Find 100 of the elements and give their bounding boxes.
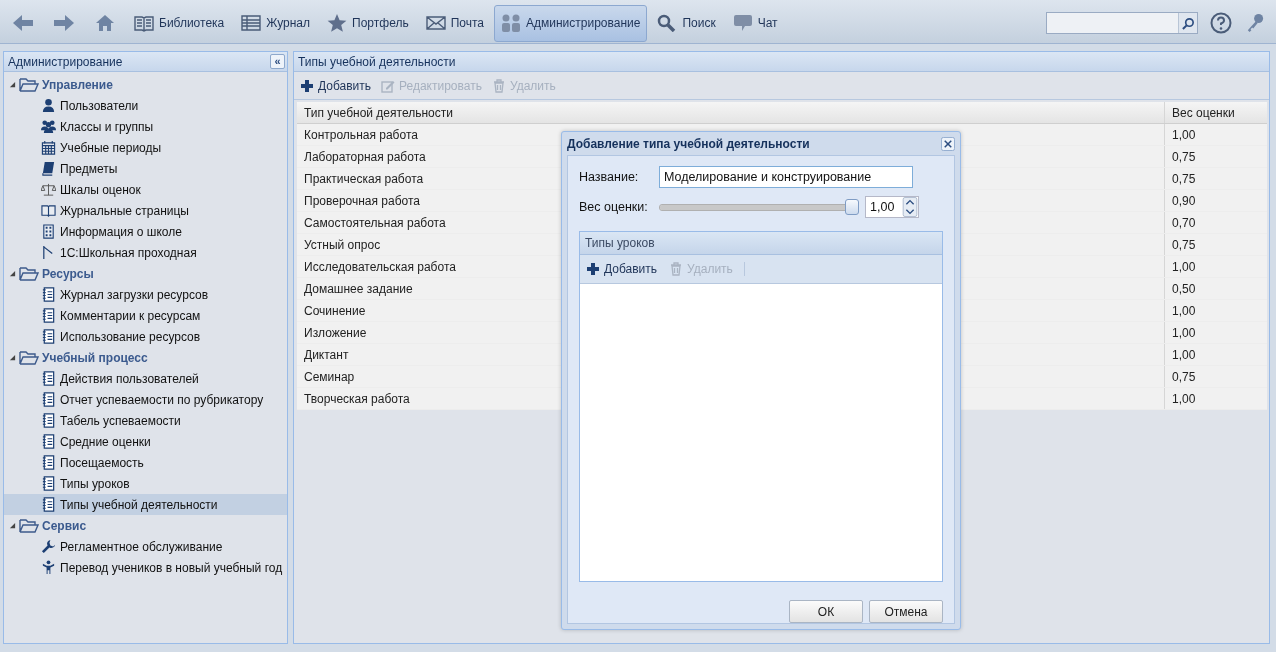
pencil-icon: [381, 78, 396, 93]
expanded-triangle-icon[interactable]: [9, 270, 16, 277]
weight-spinner-field[interactable]: 1,00: [865, 196, 919, 218]
tree-item[interactable]: Отчет успеваемости по рубрикатору: [4, 389, 287, 410]
expanded-triangle-icon[interactable]: [9, 522, 16, 529]
wrench-icon: [41, 539, 56, 554]
panel-title: Типы учебной деятельности: [298, 54, 456, 69]
column-header[interactable]: Тип учебной деятельности: [297, 102, 1165, 123]
search-icon: [657, 14, 678, 32]
slider-thumb[interactable]: [845, 199, 859, 215]
nav-button[interactable]: Администрирование: [494, 4, 648, 42]
table-cell-text: 0,75: [1171, 236, 1197, 254]
help-icon[interactable]: [1210, 12, 1232, 34]
tree-item[interactable]: Использование ресурсов: [4, 326, 287, 347]
tree-item[interactable]: Предметы: [4, 158, 287, 179]
nav-button[interactable]: Портфель: [320, 4, 416, 42]
table-cell-text: 1,00: [1171, 324, 1197, 342]
notebook-icon: [41, 455, 56, 470]
panel-title: Типы уроков: [585, 236, 655, 250]
weight-slider[interactable]: [659, 199, 859, 215]
folder-icon: [19, 349, 39, 366]
table-cell-text: 0,50: [1171, 280, 1197, 298]
openbook-icon: [41, 203, 56, 218]
table-cell-text: 1,00: [1171, 390, 1197, 408]
tree-group-label[interactable]: Управление: [42, 77, 113, 92]
spinner-arrows-icon[interactable]: [902, 197, 918, 217]
plus-icon: [586, 262, 600, 276]
close-icon[interactable]: [941, 136, 955, 151]
tree-item[interactable]: Комментарии к ресурсам: [4, 305, 287, 326]
tree-item[interactable]: Действия пользователей: [4, 368, 287, 389]
notebook-icon: [41, 371, 56, 386]
folder-icon: [19, 265, 39, 282]
tree-group-label[interactable]: Сервис: [42, 518, 87, 533]
nav-button[interactable]: Почта: [418, 4, 491, 42]
expanded-triangle-icon[interactable]: [9, 81, 16, 88]
tree-item[interactable]: Типы учебной деятельности: [4, 494, 287, 515]
dialog-button[interactable]: Отмена: [869, 600, 943, 623]
tree-item[interactable]: Информация о школе: [4, 221, 287, 242]
table-cell-text: 1,00: [1171, 126, 1197, 144]
table-icon: [241, 14, 262, 32]
users-icon: [41, 119, 56, 134]
toolbar-button[interactable]: Добавить: [299, 78, 373, 93]
back-arrow-icon: [11, 14, 35, 32]
dialog-button[interactable]: ОК: [789, 600, 863, 623]
search-button[interactable]: [1178, 13, 1197, 33]
tree-item[interactable]: Учебные периоды: [4, 137, 287, 158]
tree-item[interactable]: Типы уроков: [4, 473, 287, 494]
notebook-icon: [41, 287, 56, 302]
key-icon[interactable]: [1246, 12, 1264, 34]
nav-button[interactable]: Библиотека: [127, 4, 232, 42]
table-cell-text: 0,90: [1171, 192, 1197, 210]
trash-icon: [491, 78, 506, 93]
tree-item[interactable]: Классы и группы: [4, 116, 287, 137]
tree-item[interactable]: Средние оценки: [4, 431, 287, 452]
envelope-icon: [425, 14, 446, 32]
tree-item[interactable]: Журнальные страницы: [4, 200, 287, 221]
field-label: Вес оценки:: [579, 200, 649, 214]
expanded-triangle-icon[interactable]: [9, 354, 16, 361]
star-icon: [327, 14, 348, 32]
search-field[interactable]: [1046, 12, 1198, 34]
toolbar-button[interactable]: Добавить: [585, 262, 659, 276]
search-icon: [1181, 16, 1195, 30]
notebook-icon: [41, 434, 56, 449]
nav-button[interactable]: Поиск: [650, 4, 723, 42]
folder-icon: [19, 517, 39, 534]
table-cell-text: 0,75: [1171, 170, 1197, 188]
tree-item[interactable]: Регламентное обслуживание: [4, 536, 287, 557]
table-cell-text: 0,70: [1171, 214, 1197, 232]
notebook-icon: [41, 497, 56, 512]
nav-button[interactable]: Журнал: [234, 4, 318, 42]
column-header[interactable]: Вес оценки: [1165, 102, 1267, 123]
table-cell-text: 1,00: [1171, 258, 1197, 276]
nav-button[interactable]: Чат: [725, 4, 785, 42]
tree-item[interactable]: Шкалы оценок: [4, 179, 287, 200]
user-icon: [41, 98, 56, 113]
tree-group-label[interactable]: Ресурсы: [42, 266, 94, 281]
tree-item[interactable]: Журнал загрузки ресурсов: [4, 284, 287, 305]
notebook-icon: [41, 413, 56, 428]
table-cell-text: 1,00: [1171, 302, 1197, 320]
notebook-icon: [41, 329, 56, 344]
book-icon: [41, 161, 56, 176]
notebook-icon: [41, 476, 56, 491]
speech-bubble-icon: [732, 14, 753, 32]
building-icon: [41, 224, 56, 239]
tree-item[interactable]: Посещаемость: [4, 452, 287, 473]
trash-icon: [669, 262, 684, 276]
tree-item[interactable]: 1С:Школьная проходная: [4, 242, 287, 263]
plus-icon: [300, 78, 314, 93]
tree-item[interactable]: Табель успеваемости: [4, 410, 287, 431]
table-cell-text: 0,75: [1171, 148, 1197, 166]
person-icon: [41, 560, 56, 575]
name-input-field[interactable]: Моделирование и конструирование: [659, 166, 913, 188]
tree-item[interactable]: Пользователи: [4, 95, 287, 116]
folder-icon: [19, 76, 39, 93]
open-book-icon: [134, 14, 154, 32]
calendar-icon: [41, 140, 56, 155]
tree-item[interactable]: Перевод учеников в новый учебный год: [4, 557, 287, 578]
panel-title: Администрирование: [8, 54, 123, 69]
collapse-button[interactable]: «: [270, 54, 285, 69]
tree-group-label[interactable]: Учебный процесс: [42, 350, 148, 365]
